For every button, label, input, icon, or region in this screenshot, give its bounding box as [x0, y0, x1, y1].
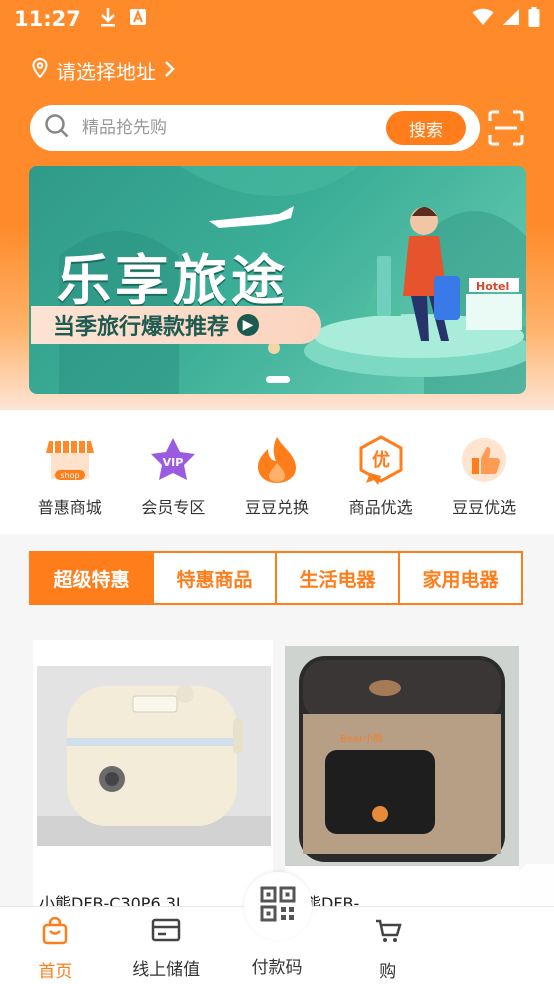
search-icon: [44, 113, 70, 143]
quick-nav-item-vip[interactable]: VIP 会员专区: [128, 410, 218, 534]
nav-cart[interactable]: 购: [332, 907, 443, 984]
tab-super-deals[interactable]: 超级特惠: [31, 553, 154, 603]
product-image: Bear小熊: [285, 646, 519, 866]
search-button[interactable]: 搜索: [386, 111, 466, 145]
quick-nav-item-shop[interactable]: shop 普惠商城: [25, 410, 115, 534]
shop-icon: shop: [44, 434, 96, 486]
tab-special-goods[interactable]: 特惠商品: [154, 553, 277, 603]
signal-icon: [502, 8, 520, 30]
wifi-icon: [472, 8, 494, 30]
product-card[interactable]: 小熊DFB-C30P6 3L: [33, 640, 273, 908]
banner-title: 乐享旅途: [57, 249, 289, 312]
card-icon: [151, 917, 181, 947]
quick-nav-label: 豆豆优选: [452, 498, 517, 517]
nav-home[interactable]: 首页: [0, 907, 111, 984]
quick-nav: shop 普惠商城 VIP 会员专区 豆豆兑换 优 商品优选 豆豆优选: [0, 410, 554, 534]
quick-nav-item-beans-select[interactable]: 豆豆优选: [439, 410, 529, 534]
qrcode-button[interactable]: [244, 872, 312, 940]
search-input[interactable]: [82, 118, 372, 138]
quick-nav-item-beans-exchange[interactable]: 豆豆兑换: [232, 410, 322, 534]
svg-text:优: 优: [372, 449, 390, 471]
tab-life-appliances[interactable]: 生活电器: [277, 553, 400, 603]
carousel-indicator: [266, 376, 290, 383]
flame-icon: [251, 434, 303, 486]
status-bar: 11:27: [0, 0, 554, 38]
quick-nav-label: 普惠商城: [37, 498, 102, 517]
scan-icon[interactable]: [488, 110, 524, 146]
chevron-right-icon: [164, 59, 176, 83]
battery-icon: [528, 7, 540, 31]
location-selector[interactable]: 请选择地址: [32, 56, 176, 85]
thumbs-up-icon: [458, 434, 510, 486]
app-notification-icon: [129, 8, 147, 30]
location-label: 请选择地址: [56, 60, 156, 84]
quick-nav-item-selected-goods[interactable]: 优 商品优选: [336, 410, 426, 534]
location-pin-icon: [32, 57, 48, 83]
arrow-right-icon: ▶: [237, 314, 260, 336]
nav-label: 购: [379, 962, 397, 982]
quick-nav-label: 豆豆兑换: [244, 498, 309, 517]
vip-star-icon: VIP: [147, 434, 199, 486]
status-time: 11:27: [14, 7, 81, 31]
category-tabs: 超级特惠 特惠商品 生活电器 家用电器: [29, 551, 523, 605]
quick-nav-label: 商品优选: [348, 498, 413, 517]
nav-mine[interactable]: [443, 907, 554, 984]
tab-home-appliances[interactable]: 家用电器: [400, 553, 521, 603]
nav-label: 线上储值: [132, 960, 201, 980]
product-image: [37, 666, 271, 846]
brand-mark: Bear小熊: [340, 732, 383, 745]
nav-label: 付款码: [251, 958, 303, 978]
promo-banner[interactable]: Hotel 乐享旅途 当季旅行爆款推荐 ▶: [29, 166, 526, 394]
svg-text:VIP: VIP: [163, 456, 184, 469]
nav-label: 首页: [38, 962, 73, 982]
nav-online-topup[interactable]: 线上储值: [111, 907, 222, 984]
download-icon: [99, 7, 117, 31]
svg-text:shop: shop: [60, 471, 79, 480]
cart-icon: [374, 917, 402, 949]
search-bar: 搜索: [30, 105, 480, 151]
banner-subtitle-pill: 当季旅行爆款推荐 ▶: [31, 306, 321, 344]
quality-badge-icon: 优: [355, 434, 407, 486]
bag-icon: [41, 916, 69, 949]
qrcode-icon: [260, 886, 296, 926]
banner-subtitle: 当季旅行爆款推荐: [53, 315, 230, 340]
quick-nav-label: 会员专区: [141, 498, 206, 517]
hotel-sign: Hotel: [476, 280, 509, 293]
